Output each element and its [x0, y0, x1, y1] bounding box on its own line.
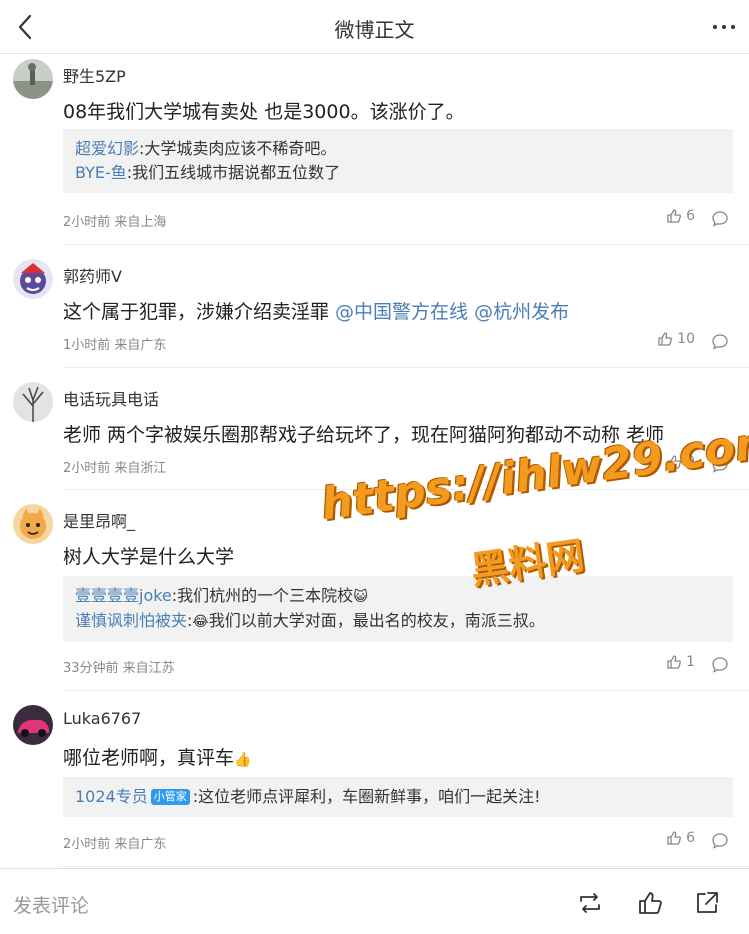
thumbs-up-icon [667, 831, 682, 845]
comment-item: 是里昂啊_ 树人大学是什么大学 壹壹壹壹joke:我们杭州的一个三本院校😺 谨慎… [0, 490, 749, 691]
like-count: 6 [686, 830, 695, 846]
reply-button[interactable] [711, 456, 729, 474]
comment-item: 电话玩具电话 老师 两个字被娱乐圈那帮戏子给玩坏了，现在阿猫阿狗都动不动称 老师… [0, 368, 749, 490]
reply-box[interactable]: 1024专员 小管家:这位老师点评犀利，车圈新鲜事，咱们一起关注! [63, 777, 733, 817]
comment-text-body: 哪位老师啊，真评车 [63, 747, 235, 769]
share-button[interactable] [693, 889, 721, 917]
emoji-icon: 😂 [192, 614, 209, 630]
like-post-button[interactable] [636, 889, 664, 917]
reply-text: :我们杭州的一个三本院校 [171, 586, 354, 605]
reply-button[interactable] [711, 656, 729, 674]
mention-link[interactable]: @杭州发布 [474, 301, 569, 323]
like-button[interactable]: 1 [666, 654, 695, 670]
more-options-button[interactable] [709, 14, 739, 40]
share-icon [697, 892, 718, 913]
repost-button[interactable] [576, 889, 604, 917]
comment-text: 树人大学是什么大学 [63, 546, 235, 568]
tree-photo-avatar-icon [13, 382, 53, 422]
thumbs-up-icon [667, 655, 682, 669]
cat-avatar-icon [13, 504, 53, 544]
like-count: 9 [686, 454, 695, 470]
comment-text: 老师 两个字被娱乐圈那帮戏子给玩坏了，现在阿猫阿狗都动不动称 老师 [63, 424, 665, 446]
thumbs-up-icon [667, 209, 682, 223]
reply-line: BYE-鱼:我们五线城市据说都五位数了 [75, 161, 721, 185]
comment-list: 野生5ZP 08年我们大学城有卖处 也是3000。该涨价了。 超爱幻影:大学城卖… [0, 55, 749, 867]
comment-bubble-icon [712, 657, 728, 673]
reply-text: 我们以前大学对面，最出名的校友，南派三叔。 [208, 611, 545, 630]
comment-item: 野生5ZP 08年我们大学城有卖处 也是3000。该涨价了。 超爱幻影:大学城卖… [0, 55, 749, 245]
username[interactable]: 电话玩具电话 [63, 386, 159, 410]
comment-meta: 2小时前 来自广东 [63, 837, 167, 852]
weibo-detail-page: 微博正文 野生5ZP 08年我们大学城有卖处 也是3000。该涨价了。 超爱幻影… [0, 0, 749, 934]
mention-link[interactable]: @中国警方在线 [335, 301, 468, 323]
reply-button[interactable] [711, 333, 729, 351]
comment-bubble-icon [712, 833, 728, 849]
reply-username[interactable]: 壹壹壹壹joke [75, 586, 172, 605]
avatar-photo-icon [13, 59, 53, 99]
thumbs-up-icon [667, 455, 682, 469]
emoji-icon: 😺 [353, 589, 368, 605]
reply-text: :我们五线城市据说都五位数了 [126, 163, 341, 182]
comment-text: 这个属于犯罪，涉嫌介绍卖淫罪 @中国警方在线 @杭州发布 [63, 297, 569, 324]
avatar[interactable] [13, 705, 53, 745]
thumbs-up-icon [658, 332, 673, 346]
reply-line: 谨慎讽刺怕被夹:😂我们以前大学对面，最出名的校友，南派三叔。 [75, 609, 721, 634]
reply-username[interactable]: 谨慎讽刺怕被夹 [75, 611, 187, 630]
reply-box[interactable]: 壹壹壹壹joke:我们杭州的一个三本院校😺 谨慎讽刺怕被夹:😂我们以前大学对面，… [63, 576, 733, 642]
like-count: 10 [677, 331, 695, 347]
car-avatar-icon [13, 705, 53, 745]
comment-item: 郭药师V 这个属于犯罪，涉嫌介绍卖淫罪 @中国警方在线 @杭州发布 1小时前 来… [0, 245, 749, 368]
reply-line: 超爱幻影:大学城卖肉应该不稀奇吧。 [75, 137, 721, 161]
ellipsis-icon [713, 25, 735, 29]
page-title: 微博正文 [334, 18, 415, 42]
comment-text: 哪位老师啊，真评车👍 [63, 743, 251, 770]
comment-item: Luka6767 哪位老师啊，真评车👍 1024专员 小管家:这位老师点评犀利，车… [0, 691, 749, 867]
comment-meta: 1小时前 来自广东 [63, 338, 167, 353]
reply-username[interactable]: 超爱幻影 [75, 139, 139, 158]
comment-meta: 33分钟前 来自江苏 [63, 661, 175, 676]
username[interactable]: 是里昂啊_ [63, 508, 135, 532]
comment-input[interactable]: 发表评论 [13, 891, 89, 918]
like-button[interactable]: 6 [666, 830, 695, 846]
username[interactable]: 野生5ZP [63, 63, 126, 87]
like-button[interactable]: 9 [666, 454, 695, 470]
reply-button[interactable] [711, 832, 729, 850]
assistant-badge: 小管家 [150, 789, 190, 805]
bottom-action-bar: 发表评论 [0, 868, 749, 934]
reply-button[interactable] [711, 210, 729, 228]
comment-text-body: 这个属于犯罪，涉嫌介绍卖淫罪 [63, 301, 336, 323]
avatar[interactable] [13, 59, 53, 99]
cartoon-avatar-icon [13, 259, 53, 299]
comment-bubble-icon [712, 457, 728, 473]
like-button[interactable]: 6 [666, 208, 695, 224]
like-count: 6 [686, 208, 695, 224]
comment-bubble-icon [712, 211, 728, 227]
like-button[interactable]: 10 [657, 331, 695, 347]
reply-line: 壹壹壹壹joke:我们杭州的一个三本院校😺 [75, 584, 721, 609]
reply-text: :这位老师点评犀利，车圈新鲜事，咱们一起关注! [192, 787, 541, 806]
thumbs-up-emoji-icon: 👍 [234, 752, 252, 768]
username[interactable]: 郭药师V [63, 263, 122, 287]
reply-username[interactable]: 1024专员 [75, 787, 148, 806]
reply-box[interactable]: 超爱幻影:大学城卖肉应该不稀奇吧。 BYE-鱼:我们五线城市据说都五位数了 [63, 129, 733, 193]
reply-username[interactable]: BYE-鱼 [75, 163, 127, 182]
repost-icon [580, 893, 600, 913]
thumbs-up-icon [639, 892, 662, 914]
comment-meta: 2小时前 来自浙江 [63, 461, 167, 476]
avatar[interactable] [13, 382, 53, 422]
top-nav-bar: 微博正文 [0, 0, 749, 54]
avatar[interactable] [13, 504, 53, 544]
comment-bubble-icon [712, 334, 728, 350]
reply-line: 1024专员 小管家:这位老师点评犀利，车圈新鲜事，咱们一起关注! [75, 785, 721, 809]
reply-text: :大学城卖肉应该不稀奇吧。 [139, 139, 337, 158]
like-count: 1 [686, 654, 695, 670]
comment-meta: 2小时前 来自上海 [63, 215, 167, 230]
avatar[interactable] [13, 259, 53, 299]
comment-text: 08年我们大学城有卖处 也是3000。该涨价了。 [63, 101, 465, 123]
username[interactable]: Luka6767 [63, 709, 141, 728]
